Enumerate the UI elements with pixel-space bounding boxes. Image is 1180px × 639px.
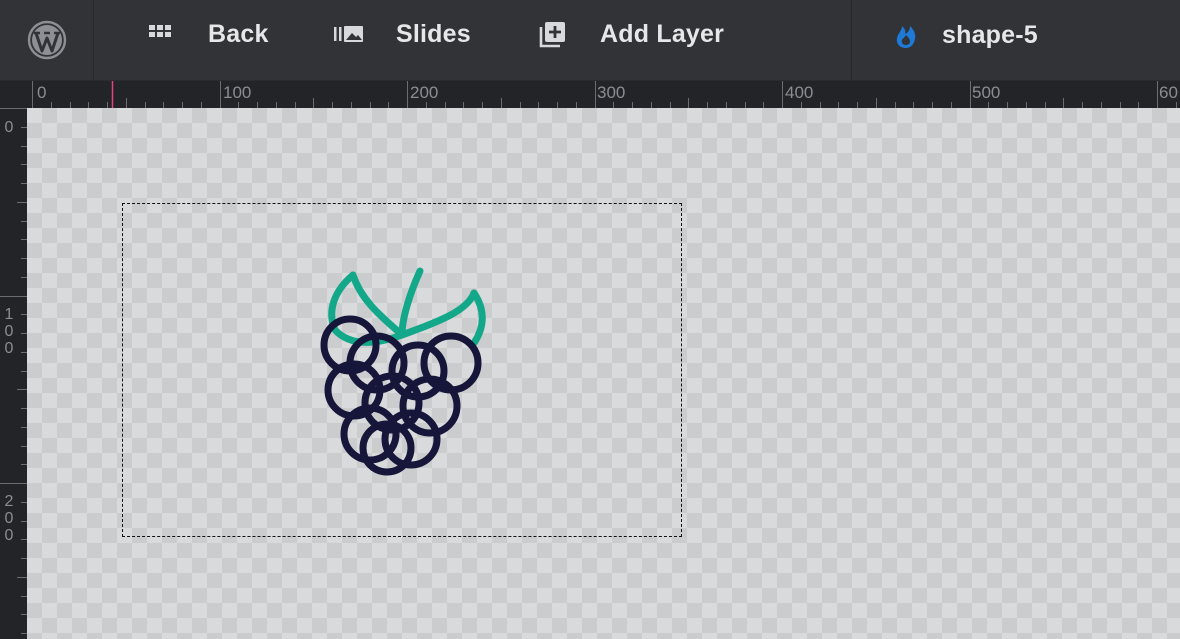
horizontal-ruler[interactable]: 0 100 200 300 400 500 60 <box>27 81 1180 108</box>
layer-name: shape-5 <box>942 20 1038 49</box>
slides-button[interactable]: Slides <box>334 0 471 68</box>
add-layer-button[interactable]: Add Layer <box>539 0 724 68</box>
ruler-label-200: 200 <box>410 83 439 102</box>
vruler-label-0: 0 <box>4 119 14 136</box>
layer-selection-box[interactable] <box>122 203 682 537</box>
current-layer[interactable]: shape-5 <box>894 0 1038 70</box>
vruler-label-100: 1 0 0 <box>4 306 14 357</box>
flame-icon <box>896 26 916 48</box>
raspberry-icon <box>320 267 486 476</box>
slide-canvas[interactable] <box>27 108 1180 639</box>
ruler-label-400: 400 <box>785 83 814 102</box>
ruler-label-0: 0 <box>37 83 47 102</box>
vertical-ruler[interactable]: 0 1 0 0 2 0 0 <box>0 108 27 639</box>
top-toolbar: Back Slides Add Layer shape-5 <box>0 0 1180 81</box>
add-layer-icon <box>539 22 565 48</box>
grid-icon <box>149 25 171 37</box>
back-button[interactable]: Back <box>149 0 269 68</box>
wordpress-icon <box>27 20 66 60</box>
slides-icon <box>334 26 363 42</box>
ruler-label-500: 500 <box>972 83 1001 102</box>
add-layer-label: Add Layer <box>600 19 725 48</box>
ruler-label-100: 100 <box>223 83 252 102</box>
wordpress-logo-button[interactable] <box>0 0 94 80</box>
ruler-label-600: 60 <box>1159 83 1178 102</box>
ruler-corner <box>0 81 27 108</box>
current-layer-panel[interactable]: shape-5 <box>851 0 1180 80</box>
back-label: Back <box>208 19 269 48</box>
vertical-ruler-ticks <box>0 108 27 634</box>
ruler-label-300: 300 <box>597 83 626 102</box>
slides-label: Slides <box>396 19 471 48</box>
vruler-label-200: 2 0 0 <box>4 493 14 544</box>
